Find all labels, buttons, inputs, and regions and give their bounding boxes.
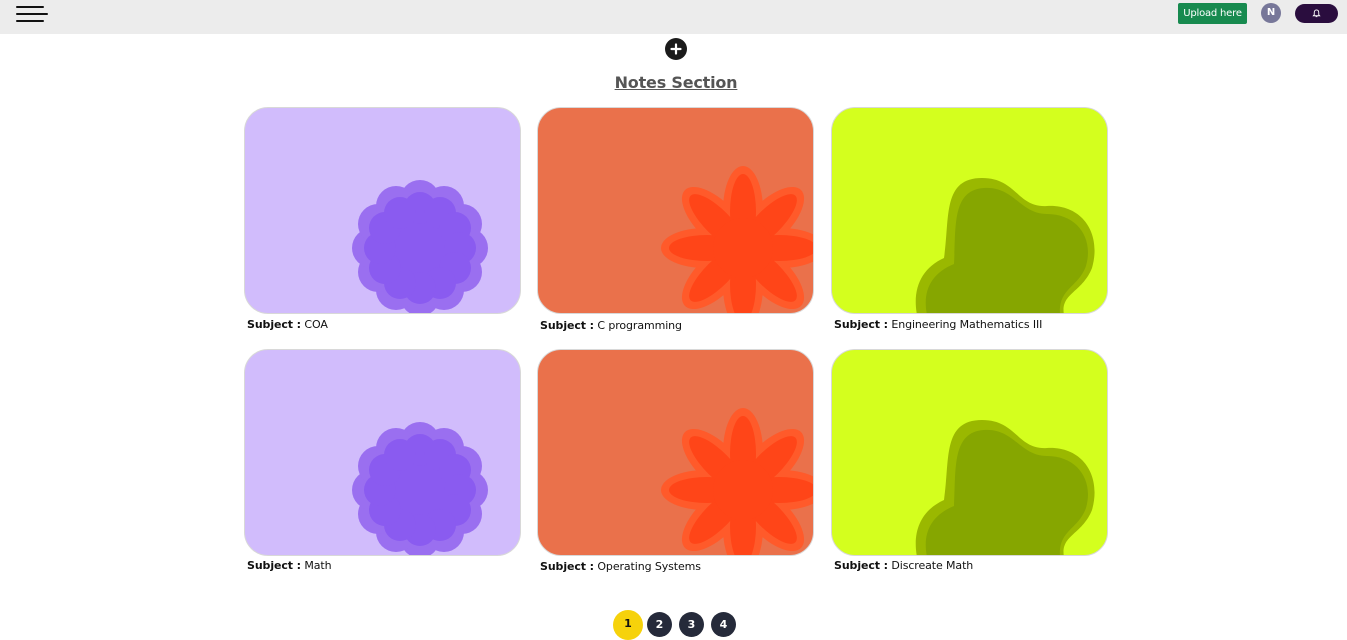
subject-name: Math (304, 559, 332, 572)
star-flower-icon (661, 408, 813, 555)
card-thumbnail-orange (537, 107, 814, 314)
page-button-4[interactable]: 4 (711, 612, 736, 637)
subject-name: Discreate Math (891, 559, 974, 572)
notification-button[interactable] (1295, 4, 1338, 23)
subject-label: Subject : (834, 559, 888, 572)
card-thumbnail-green (831, 107, 1108, 314)
plus-circle-icon (670, 43, 682, 55)
hamburger-menu-icon[interactable] (16, 4, 48, 24)
note-card-c-programming[interactable]: Subject : C programming (537, 107, 814, 332)
blob-icon (915, 178, 1095, 313)
subject-label: Subject : (540, 560, 594, 573)
subject-name: COA (304, 318, 328, 331)
card-thumbnail-orange (537, 349, 814, 556)
subject-label: Subject : (540, 319, 594, 332)
page-button-3[interactable]: 3 (679, 612, 704, 637)
flower-icon (352, 180, 488, 313)
flower-icon (352, 422, 488, 555)
page-button-1[interactable]: 1 (613, 610, 643, 640)
note-card-operating-systems[interactable]: Subject : Operating Systems (537, 349, 814, 573)
subject-name: C programming (597, 319, 682, 332)
note-card-discreate-math[interactable]: Subject : Discreate Math (831, 349, 1108, 572)
card-caption: Subject : Engineering Mathematics III (834, 318, 1042, 331)
card-caption: Subject : Operating Systems (540, 560, 701, 573)
subject-label: Subject : (247, 318, 301, 331)
card-thumbnail-green (831, 349, 1108, 556)
top-nav-bar: Upload here N (0, 0, 1347, 34)
card-thumbnail-purple (244, 107, 521, 314)
card-thumbnail-purple (244, 349, 521, 556)
subject-label: Subject : (247, 559, 301, 572)
page-title: Notes Section (614, 73, 738, 92)
note-card-coa[interactable]: Subject : COA (244, 107, 521, 331)
card-caption: Subject : COA (247, 318, 328, 331)
bell-icon (1312, 9, 1321, 18)
card-caption: Subject : Math (247, 559, 332, 572)
upload-button[interactable]: Upload here (1178, 3, 1247, 24)
add-note-button[interactable] (665, 38, 687, 60)
page-button-2[interactable]: 2 (647, 612, 672, 637)
note-card-engineering-mathematics[interactable]: Subject : Engineering Mathematics III (831, 107, 1108, 331)
subject-name: Operating Systems (597, 560, 701, 573)
card-caption: Subject : Discreate Math (834, 559, 973, 572)
subject-name: Engineering Mathematics III (891, 318, 1043, 331)
subject-label: Subject : (834, 318, 888, 331)
star-flower-icon (661, 166, 813, 313)
note-card-math[interactable]: Subject : Math (244, 349, 521, 572)
blob-icon (915, 420, 1095, 555)
card-caption: Subject : C programming (540, 319, 682, 332)
user-avatar[interactable]: N (1261, 3, 1281, 23)
